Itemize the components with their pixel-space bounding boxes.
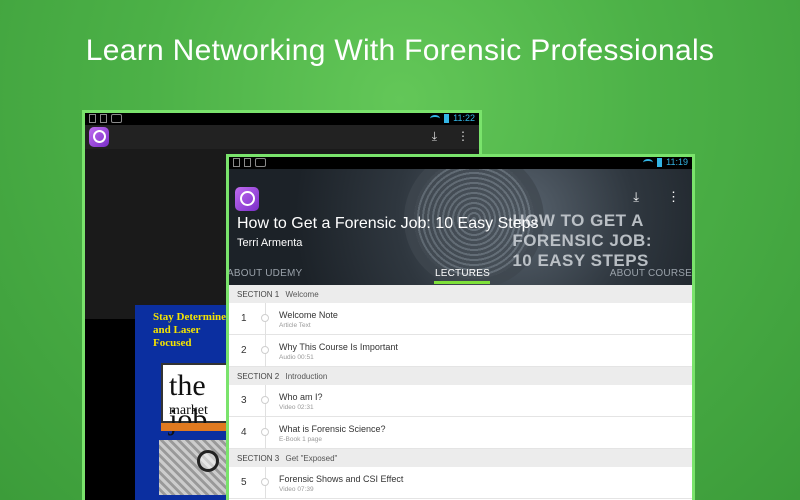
section-name: Welcome: [285, 290, 319, 299]
battery-icon: [657, 157, 663, 167]
app-bar: ⤓ ⋮: [85, 125, 479, 149]
status-right: 11:19: [643, 157, 688, 167]
status-right: 11:22: [430, 113, 475, 123]
lecture-title: What is Forensic Science?: [279, 424, 386, 434]
section-number: SECTION 1: [237, 290, 280, 299]
progress-circle-icon: [261, 428, 269, 436]
lecture-row[interactable]: 4 What is Forensic Science? E-Book 1 pag…: [229, 417, 692, 449]
gamepad-icon: [255, 158, 266, 167]
course-author: Terri Armenta: [237, 237, 303, 249]
image-icon: [244, 158, 251, 167]
download-icon[interactable]: ⤓: [432, 129, 437, 144]
tab-about-course[interactable]: ABOUT COURSE: [610, 268, 692, 279]
status-time: 11:22: [453, 113, 475, 123]
lecture-list: SECTION 1 Welcome 1 Welcome Note Article…: [229, 285, 692, 499]
section-number: SECTION 3: [237, 454, 280, 463]
section-header: SECTION 2 Introduction: [229, 367, 692, 385]
gamepad-icon: [111, 114, 122, 123]
sd-card-icon: [89, 114, 96, 123]
front-tablet: 11:19 HOW TO GET A FORENSIC JOB: 10 EASY…: [226, 154, 695, 500]
lecture-title: Welcome Note: [279, 310, 338, 320]
section-header: SECTION 3 Get "Exposed": [229, 449, 692, 467]
lecture-row[interactable]: 2 Why This Course Is Important Audio 00:…: [229, 335, 692, 367]
app-logo-icon[interactable]: [89, 127, 109, 147]
course-title: How to Get a Forensic Job: 10 Easy Steps: [237, 215, 539, 232]
tab-bar: ABOUT UDEMY LECTURES ABOUT COURSE: [229, 265, 692, 285]
course-header: HOW TO GET A FORENSIC JOB: 10 EASY STEPS…: [229, 169, 692, 285]
lecture-number: 2: [241, 345, 247, 356]
sd-card-icon: [233, 158, 240, 167]
lecture-title: Forensic Shows and CSI Effect: [279, 474, 404, 484]
lecture-title: Who am I?: [279, 392, 323, 402]
image-icon: [100, 114, 107, 123]
lecture-title: Why This Course Is Important: [279, 342, 398, 352]
market-image-text: market: [169, 403, 208, 418]
overflow-menu-icon[interactable]: ⋮: [667, 189, 680, 205]
slide-title: Stay Determined and Laser Focused: [153, 311, 233, 349]
lecture-meta: Video 02:31: [279, 404, 314, 411]
lecture-number: 4: [241, 427, 247, 438]
section-name: Get "Exposed": [285, 454, 338, 463]
lecture-number: 1: [241, 313, 247, 324]
notification-icons: [89, 114, 122, 123]
lecture-row[interactable]: 1 Welcome Note Article Text: [229, 303, 692, 335]
lecture-number: 3: [241, 395, 247, 406]
download-icon[interactable]: ⤓: [633, 189, 639, 205]
progress-circle-icon: [261, 396, 269, 404]
lecture-meta: Audio 00:51: [279, 354, 314, 361]
orange-bar: [161, 423, 235, 431]
status-bar: 11:22: [85, 113, 479, 125]
progress-circle-icon: [261, 346, 269, 354]
status-time: 11:19: [666, 157, 688, 167]
lecture-row[interactable]: 5 Forensic Shows and CSI Effect Video 07…: [229, 467, 692, 499]
section-number: SECTION 2: [237, 372, 280, 381]
presentation-slide: Stay Determined and Laser Focused the jo…: [135, 305, 235, 500]
app-logo-icon[interactable]: [235, 187, 259, 211]
wifi-icon: [643, 158, 654, 166]
lecture-meta: Video 07:39: [279, 486, 314, 493]
status-bar: 11:19: [229, 157, 692, 169]
section-name: Introduction: [285, 372, 328, 381]
lecture-row[interactable]: 3 Who am I? Video 02:31: [229, 385, 692, 417]
lecture-meta: Article Text: [279, 322, 311, 329]
magnifier-icon: [197, 450, 219, 472]
newspaper-image: [159, 440, 235, 495]
progress-circle-icon: [261, 478, 269, 486]
headline: Learn Networking With Forensic Professio…: [85, 34, 715, 67]
section-header: SECTION 1 Welcome: [229, 285, 692, 303]
active-tab-indicator: [434, 281, 490, 284]
lecture-number: 5: [241, 477, 247, 488]
battery-icon: [444, 113, 450, 123]
notification-icons: [233, 158, 266, 167]
lecture-meta: E-Book 1 page: [279, 436, 323, 443]
job-market-image: the job market: [161, 363, 235, 436]
overflow-menu-icon[interactable]: ⋮: [457, 129, 469, 144]
tab-lectures[interactable]: LECTURES: [435, 268, 490, 279]
progress-circle-icon: [261, 314, 269, 322]
wifi-icon: [430, 114, 441, 122]
tab-about-udemy[interactable]: ABOUT UDEMY: [229, 268, 302, 279]
